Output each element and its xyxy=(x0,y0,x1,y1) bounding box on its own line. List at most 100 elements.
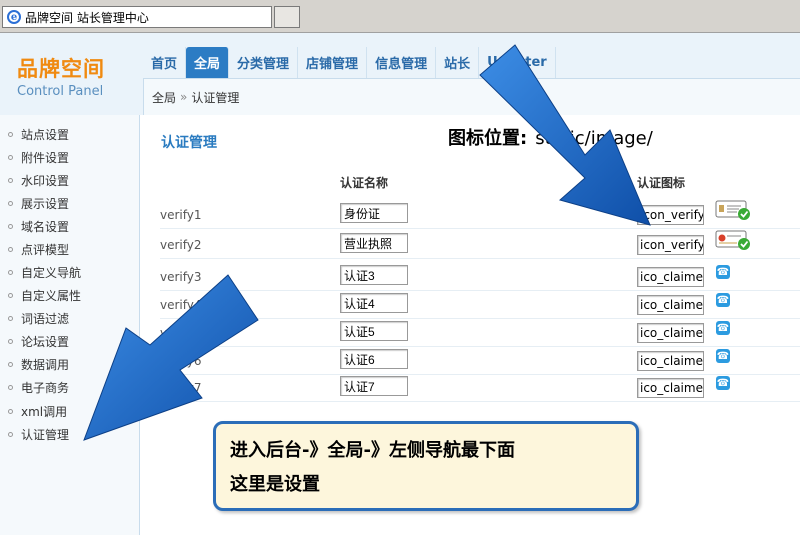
nav-item-webmaster[interactable]: 站长 xyxy=(436,47,480,78)
verify-key: verify4 xyxy=(160,298,202,312)
sidebar-item-label: 站点设置 xyxy=(21,128,70,142)
sidebar-item-label: 电子商务 xyxy=(21,381,70,395)
sidebar-item-forum[interactable]: 论坛设置 xyxy=(8,333,69,350)
bullet-icon xyxy=(8,339,13,344)
bullet-icon xyxy=(8,409,13,414)
verify-icon-input[interactable]: ico_claime. xyxy=(637,295,704,315)
new-tab-button[interactable] xyxy=(274,6,300,28)
sidebar-item-label: 展示设置 xyxy=(21,197,70,211)
verify-icon-input[interactable]: ico_claime. xyxy=(637,378,704,398)
column-header-icon: 认证图标 xyxy=(637,176,686,190)
verify-name-input[interactable] xyxy=(340,203,408,223)
icon-position-label: 图标位置: xyxy=(448,128,528,149)
bullet-icon xyxy=(8,270,13,275)
sidebar-item-label: 域名设置 xyxy=(21,220,70,234)
sidebar-item-label: 认证管理 xyxy=(21,428,70,442)
sidebar-item-label: 水印设置 xyxy=(21,174,70,188)
bullet-icon xyxy=(8,316,13,321)
sidebar-item-xml[interactable]: xml调用 xyxy=(8,403,67,420)
verify-key: verify5 xyxy=(160,326,202,340)
nav-item-shop[interactable]: 店铺管理 xyxy=(298,47,368,78)
table-row: verify1 icon_verify xyxy=(160,200,800,229)
sidebar-item-review-model[interactable]: 点评模型 xyxy=(8,241,69,258)
sidebar-item-label: 自定义属性 xyxy=(21,289,82,303)
verify-icon-input[interactable]: icon_verify xyxy=(637,205,704,225)
browser-tab[interactable]: e 品牌空间 站长管理中心 xyxy=(2,6,272,28)
table-row: verify2 icon_verify xyxy=(160,230,800,259)
column-header-name: 认证名称 xyxy=(340,176,389,190)
sidebar-item-custom-nav[interactable]: 自定义导航 xyxy=(8,264,81,281)
verify-name-input[interactable] xyxy=(340,349,408,369)
verify-name-input[interactable] xyxy=(340,265,408,285)
sidebar-item-label: 附件设置 xyxy=(21,151,70,165)
claim-icon: ☎ xyxy=(716,321,730,335)
table-row: verify4 ico_claime. ☎ xyxy=(160,291,800,319)
verify-icon-input[interactable]: icon_verify xyxy=(637,235,704,255)
sidebar-item-custom-attr[interactable]: 自定义属性 xyxy=(8,287,81,304)
logo[interactable]: 品牌空间 Control Panel xyxy=(17,53,105,99)
table-row: verify3 ico_claime. ☎ xyxy=(160,263,800,291)
verify-name-input[interactable] xyxy=(340,233,408,253)
breadcrumb: 全局 » 认证管理 xyxy=(143,78,800,115)
bullet-icon xyxy=(8,362,13,367)
browser-page-icon: e xyxy=(7,10,21,24)
bullet-icon xyxy=(8,201,13,206)
sidebar-item-word-filter[interactable]: 词语过滤 xyxy=(8,310,69,327)
table-row: verify6 ico_claime. ☎ xyxy=(160,347,800,375)
bullet-icon xyxy=(8,247,13,252)
id-card-verified-icon xyxy=(715,200,750,220)
nav-item-home[interactable]: 首页 xyxy=(143,47,187,78)
table-row: verify7 ico_claime. ☎ xyxy=(160,374,800,402)
sidebar-item-data-call[interactable]: 数据调用 xyxy=(8,356,69,373)
sidebar-item-label: 论坛设置 xyxy=(21,335,70,349)
bullet-icon xyxy=(8,224,13,229)
bullet-icon xyxy=(8,293,13,298)
verify-name-input[interactable] xyxy=(340,376,408,396)
verify-icon-input[interactable]: ico_claime. xyxy=(637,323,704,343)
instruction-callout: 进入后台-》全局-》左侧导航最下面 这里是设置 xyxy=(213,421,639,511)
verify-key: verify3 xyxy=(160,270,202,284)
sidebar-item-display[interactable]: 展示设置 xyxy=(8,195,69,212)
page-title: 认证管理 xyxy=(161,135,217,151)
verify-key: verify2 xyxy=(160,238,202,252)
nav-item-category[interactable]: 分类管理 xyxy=(229,47,299,78)
sidebar-item-ecommerce[interactable]: 电子商务 xyxy=(8,379,69,396)
sidebar-item-label: 数据调用 xyxy=(21,358,70,372)
verify-icon-input[interactable]: ico_claime. xyxy=(637,267,704,287)
sidebar-item-site-settings[interactable]: 站点设置 xyxy=(8,126,69,143)
sidebar-item-label: 点评模型 xyxy=(21,243,70,257)
claim-icon: ☎ xyxy=(716,265,730,279)
breadcrumb-separator: » xyxy=(180,90,188,104)
bullet-icon xyxy=(8,385,13,390)
sidebar-item-attachment[interactable]: 附件设置 xyxy=(8,149,69,166)
verify-key: verify7 xyxy=(160,381,202,395)
bullet-icon xyxy=(8,155,13,160)
license-verified-icon xyxy=(715,230,750,250)
claim-icon: ☎ xyxy=(716,349,730,363)
browser-tab-strip: e 品牌空间 站长管理中心 xyxy=(0,0,800,33)
verify-icon-input[interactable]: ico_claime. xyxy=(637,351,704,371)
verify-key: verify1 xyxy=(160,208,202,222)
callout-line-2: 这里是设置 xyxy=(230,474,320,495)
icon-position-note: 图标位置: static/image/ xyxy=(448,124,653,150)
sidebar: 站点设置 附件设置 水印设置 展示设置 域名设置 点评模型 自定义导航 自定义属… xyxy=(0,115,140,535)
breadcrumb-root[interactable]: 全局 xyxy=(152,89,176,106)
browser-tab-title: 品牌空间 站长管理中心 xyxy=(25,10,149,25)
verify-name-input[interactable] xyxy=(340,293,408,313)
sidebar-item-domain[interactable]: 域名设置 xyxy=(8,218,69,235)
nav-item-info[interactable]: 信息管理 xyxy=(367,47,437,78)
icon-position-value: static/image/ xyxy=(535,128,653,149)
sidebar-item-watermark[interactable]: 水印设置 xyxy=(8,172,69,189)
callout-line-1: 进入后台-》全局-》左侧导航最下面 xyxy=(230,440,515,461)
bullet-icon xyxy=(8,178,13,183)
nav-item-global[interactable]: 全局 xyxy=(186,47,230,78)
sidebar-item-label: xml调用 xyxy=(21,405,68,419)
bullet-icon xyxy=(8,132,13,137)
header: 品牌空间 Control Panel 首页 全局 分类管理 店铺管理 信息管理 … xyxy=(0,33,800,115)
sidebar-item-label: 词语过滤 xyxy=(21,312,70,326)
verify-name-input[interactable] xyxy=(340,321,408,341)
nav-item-ucenter[interactable]: UCenter xyxy=(479,47,556,78)
verify-key: verify6 xyxy=(160,354,202,368)
sidebar-item-verify-manage[interactable]: 认证管理 xyxy=(8,426,69,443)
top-nav: 首页 全局 分类管理 店铺管理 信息管理 站长 UCenter xyxy=(143,47,556,78)
